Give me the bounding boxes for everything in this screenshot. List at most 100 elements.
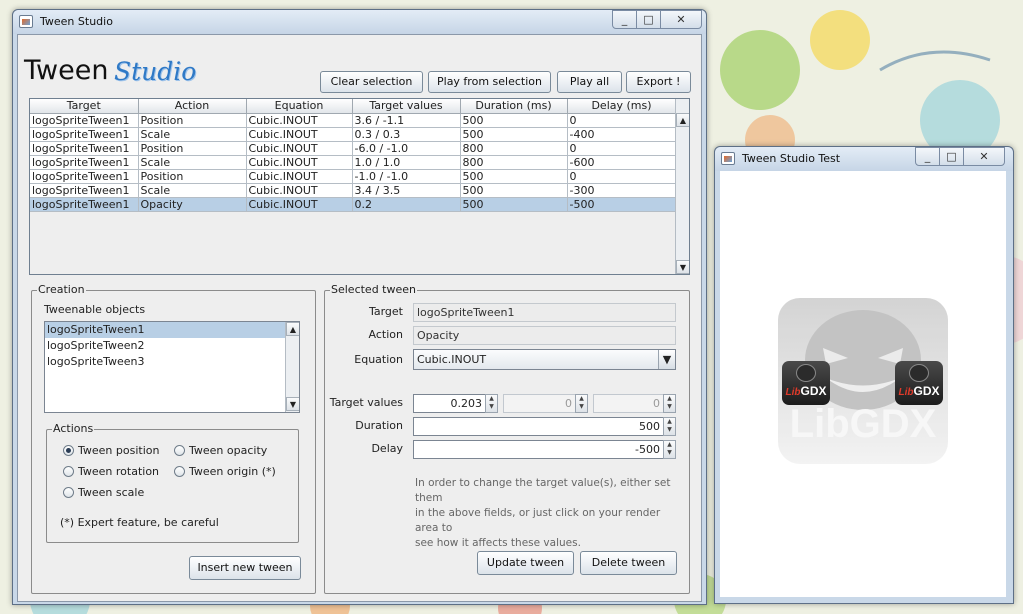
play-all-button[interactable]: Play all xyxy=(557,71,622,93)
table-row[interactable]: logoSpriteTween1 Scale Cubic.INOUT 0.3 /… xyxy=(30,127,677,142)
duration-input[interactable]: 500 xyxy=(413,417,664,436)
col-header-delay[interactable]: Delay (ms) xyxy=(567,99,677,114)
cell-action: Position xyxy=(138,113,247,128)
col-header-equation[interactable]: Equation xyxy=(246,99,353,114)
window-title: Tween Studio xyxy=(40,15,113,28)
target-value-1-input[interactable]: 0.203 xyxy=(413,394,486,413)
radio-icon xyxy=(63,487,74,498)
col-header-target-values[interactable]: Target values xyxy=(352,99,461,114)
cell-delay: -300 xyxy=(567,183,677,198)
title-bar: Tween Studio _ □ ✕ xyxy=(13,10,706,34)
cell-duration: 800 xyxy=(460,141,568,156)
cell-equation: Cubic.INOUT xyxy=(246,155,353,170)
close-button[interactable]: ✕ xyxy=(660,10,702,29)
cell-delay: 0 xyxy=(567,169,677,184)
grinning-face-icon xyxy=(796,364,816,382)
cell-target: logoSpriteTween1 xyxy=(30,155,139,170)
cell-equation: Cubic.INOUT xyxy=(246,197,353,212)
duration-stepper[interactable]: ▲ ▼ xyxy=(663,417,676,436)
col-header-duration[interactable]: Duration (ms) xyxy=(460,99,568,114)
delay-input[interactable]: -500 xyxy=(413,440,664,459)
target-label: Target xyxy=(368,305,403,318)
stepper-down-icon[interactable]: ▼ xyxy=(664,449,675,457)
minimize-button[interactable]: _ xyxy=(915,147,940,166)
title-bar: Tween Studio Test _ □ ✕ xyxy=(715,147,1013,171)
cell-delay: -600 xyxy=(567,155,677,170)
target-value-1-stepper[interactable]: ▲ ▼ xyxy=(485,394,498,413)
update-tween-button[interactable]: Update tween xyxy=(477,551,574,575)
duration-label: Duration xyxy=(355,419,403,432)
cell-equation: Cubic.INOUT xyxy=(246,169,353,184)
tween-table: Target Action Equation Target values Dur… xyxy=(29,98,690,275)
insert-new-tween-button[interactable]: Insert new tween xyxy=(189,556,301,580)
equation-select[interactable]: Cubic.INOUT ▼ xyxy=(413,349,676,370)
cell-equation: Cubic.INOUT xyxy=(246,141,353,156)
list-item[interactable]: logoSpriteTween2 xyxy=(45,338,299,354)
target-value-3-stepper: ▲ ▼ xyxy=(663,394,676,413)
cell-equation: Cubic.INOUT xyxy=(246,113,353,128)
close-button[interactable]: ✕ xyxy=(963,147,1005,166)
libgdx-logo-small-right: LibGDX xyxy=(895,361,943,405)
table-row[interactable]: logoSpriteTween1 Position Cubic.INOUT 3.… xyxy=(30,113,677,128)
render-area[interactable]: LibGDX LibGDX LibGDX xyxy=(720,171,1006,597)
actions-group-title: Actions xyxy=(52,422,95,436)
stepper-down-icon: ▼ xyxy=(579,403,584,410)
libgdx-gdx-part: GDX xyxy=(913,384,940,398)
list-item[interactable]: logoSpriteTween1 xyxy=(45,322,299,338)
stepper-down-icon[interactable]: ▼ xyxy=(486,403,497,411)
radio-selected-icon xyxy=(63,445,74,456)
target-field: logoSpriteTween1 xyxy=(413,303,676,322)
stepper-up-icon: ▲ xyxy=(579,395,584,402)
help-line: in the above fields, or just click on yo… xyxy=(415,507,661,534)
stepper-up-icon[interactable]: ▲ xyxy=(664,441,675,449)
cell-equation: Cubic.INOUT xyxy=(246,127,353,142)
scroll-up-arrow-icon[interactable]: ▲ xyxy=(286,322,299,336)
maximize-button[interactable]: □ xyxy=(636,10,661,29)
scroll-up-arrow-icon[interactable]: ▲ xyxy=(676,113,689,127)
cell-target: logoSpriteTween1 xyxy=(30,141,139,156)
scroll-down-arrow-icon[interactable]: ▼ xyxy=(286,397,299,411)
actions-group: Actions Tween position Tween opacity Twe… xyxy=(46,422,299,543)
table-scrollbar[interactable]: ▲ ▼ xyxy=(675,99,689,274)
cell-target: logoSpriteTween1 xyxy=(30,169,139,184)
cell-duration: 500 xyxy=(460,183,568,198)
play-from-selection-button[interactable]: Play from selection xyxy=(428,71,551,93)
stepper-up-icon[interactable]: ▲ xyxy=(486,395,497,403)
scroll-down-arrow-icon[interactable]: ▼ xyxy=(676,260,689,274)
libgdx-small-text: LibGDX xyxy=(782,384,830,398)
tween-studio-window: Tween Studio _ □ ✕ Tween Studio Clear se… xyxy=(12,9,707,605)
action-label: Action xyxy=(368,328,403,341)
clear-selection-button[interactable]: Clear selection xyxy=(320,71,423,93)
list-item[interactable]: logoSpriteTween3 xyxy=(45,354,299,370)
cell-delay: -500 xyxy=(567,197,677,212)
col-header-target[interactable]: Target xyxy=(30,99,139,114)
export-button[interactable]: Export ! xyxy=(626,71,691,93)
stepper-down-icon[interactable]: ▼ xyxy=(664,426,675,434)
col-header-action[interactable]: Action xyxy=(138,99,247,114)
minimize-button[interactable]: _ xyxy=(612,10,637,29)
radio-icon xyxy=(63,466,74,477)
objects-scrollbar[interactable]: ▲ ▼ xyxy=(285,322,299,412)
cell-duration: 800 xyxy=(460,155,568,170)
table-row[interactable]: logoSpriteTween1 Position Cubic.INOUT -1… xyxy=(30,169,677,184)
cell-target-values: 0.3 / 0.3 xyxy=(352,127,461,142)
expert-feature-note: (*) Expert feature, be careful xyxy=(60,516,219,529)
cell-duration: 500 xyxy=(460,113,568,128)
stepper-up-icon[interactable]: ▲ xyxy=(664,418,675,426)
delete-tween-button[interactable]: Delete tween xyxy=(580,551,677,575)
help-text: In order to change the target value(s), … xyxy=(415,476,685,551)
tweenable-objects-label: Tweenable objects xyxy=(44,303,146,316)
radio-label: Tween position xyxy=(78,444,160,457)
target-value-2-stepper: ▲ ▼ xyxy=(575,394,588,413)
radio-label: Tween rotation xyxy=(78,465,160,478)
cell-duration: 500 xyxy=(460,197,568,212)
table-row-selected[interactable]: logoSpriteTween1 Opacity Cubic.INOUT 0.2… xyxy=(30,197,677,212)
table-row[interactable]: logoSpriteTween1 Scale Cubic.INOUT 1.0 /… xyxy=(30,155,677,170)
table-row[interactable]: logoSpriteTween1 Position Cubic.INOUT -6… xyxy=(30,141,677,156)
dropdown-arrow-icon[interactable]: ▼ xyxy=(658,350,675,369)
app-icon xyxy=(19,15,33,28)
table-row[interactable]: logoSpriteTween1 Scale Cubic.INOUT 3.4 /… xyxy=(30,183,677,198)
maximize-button[interactable]: □ xyxy=(939,147,964,166)
delay-stepper[interactable]: ▲ ▼ xyxy=(663,440,676,459)
main-client-area: Tween Studio Clear selection Play from s… xyxy=(17,34,702,602)
